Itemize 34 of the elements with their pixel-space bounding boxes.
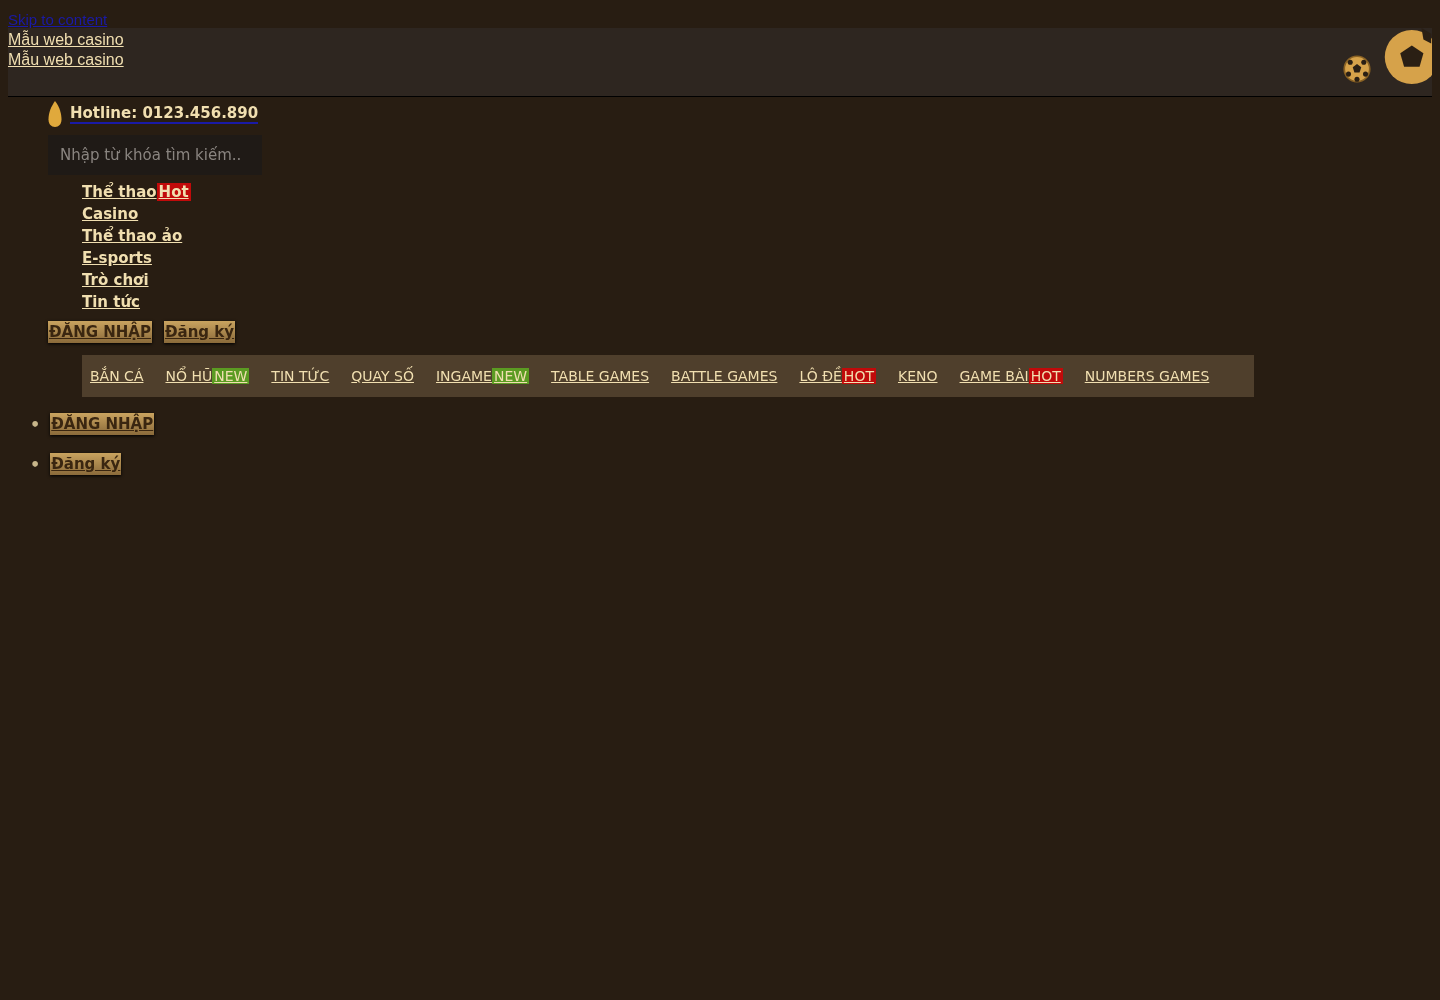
nav-link[interactable]: NUMBERS GAMES — [1084, 368, 1210, 384]
badge-label: Hot — [156, 183, 191, 201]
nav-link[interactable]: BATTLE GAMES — [671, 368, 778, 384]
hotline-link[interactable]: Hotline: 0123.456.890 — [70, 104, 259, 124]
nav-link[interactable]: NỔ HŨ — [165, 368, 213, 384]
nav-link[interactable]: KENO — [897, 368, 938, 384]
logo-link[interactable]: Mẫu web casino — [8, 30, 124, 50]
nav-link[interactable]: GAME BÀI — [959, 368, 1029, 384]
list-bullet: • — [30, 414, 41, 434]
search-field[interactable]: Nhập từ khóa tìm kiếm.. — [48, 135, 262, 175]
menu-link[interactable]: Thể thao ảo — [82, 227, 183, 245]
menu-link[interactable]: Thể thao — [82, 183, 157, 201]
nav-link[interactable]: QUAY SỐ — [351, 368, 414, 384]
flame-icon — [48, 101, 62, 127]
badge-label: NEW — [212, 368, 250, 384]
badge-label: HOT — [841, 368, 876, 384]
soccer-ball-icon — [1340, 52, 1374, 86]
menu-link[interactable]: E-sports — [82, 249, 152, 267]
logo-link[interactable]: Mẫu web casino — [8, 50, 124, 70]
menu-link[interactable]: Trò chơi — [82, 271, 149, 289]
menu-link[interactable]: Tin tức — [82, 293, 140, 311]
menu-link[interactable]: Casino — [82, 205, 139, 223]
badge-label: HOT — [1028, 368, 1063, 384]
nav-link[interactable]: BẮN CÁ — [90, 368, 144, 384]
nav-link[interactable]: TIN TỨC — [271, 368, 330, 384]
nav-link[interactable]: INGAME — [436, 368, 492, 384]
badge-label: NEW — [491, 368, 530, 384]
auth-button[interactable]: Đăng ký — [164, 321, 236, 343]
nav-link[interactable]: LÔ ĐỀ — [799, 368, 842, 384]
auth-button[interactable]: ĐĂNG NHẬP — [48, 321, 152, 343]
nav-link[interactable]: TABLE GAMES — [551, 368, 650, 384]
list-bullet: • — [30, 454, 41, 474]
auth-button[interactable]: Đăng ký — [50, 453, 122, 475]
auth-button[interactable]: ĐĂNG NHẬP — [50, 413, 155, 435]
